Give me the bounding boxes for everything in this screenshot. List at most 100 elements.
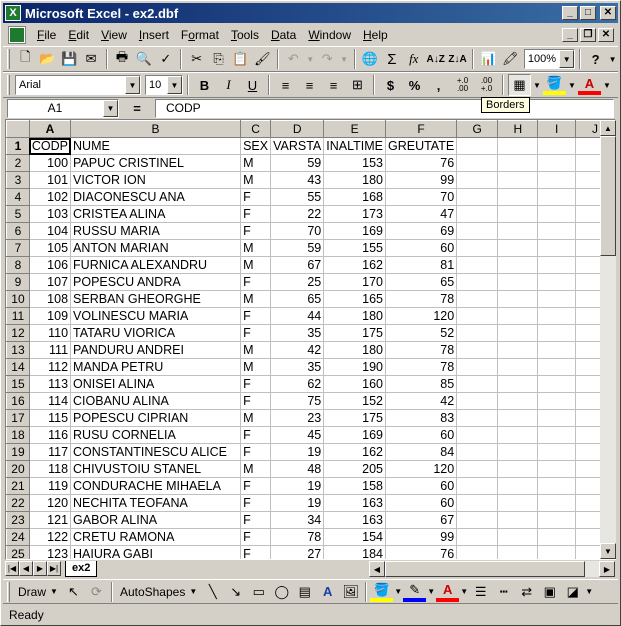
cell[interactable]: 120 <box>385 460 458 478</box>
row-header[interactable]: 20 <box>6 460 30 478</box>
cell[interactable]: CIOBANU ALINA <box>70 392 242 410</box>
chevron-down-icon[interactable]: ▼ <box>426 581 436 603</box>
cell[interactable]: CONSTANTINESCU ALICE <box>70 443 242 461</box>
cell[interactable]: CRETU RAMONA <box>70 528 242 546</box>
column-header-b[interactable]: B <box>70 120 242 138</box>
cell[interactable]: F <box>240 375 272 393</box>
free-rotate-icon[interactable]: ⟳ <box>85 581 108 603</box>
row-header[interactable]: 13 <box>6 341 30 359</box>
paste-icon[interactable]: 📋 <box>230 48 251 70</box>
cell[interactable] <box>456 477 499 495</box>
cell[interactable] <box>456 443 499 461</box>
cell[interactable]: GREUTATE <box>385 137 458 155</box>
align-left-icon[interactable]: ≡ <box>274 74 297 96</box>
cell[interactable]: F <box>240 511 272 529</box>
cell[interactable]: CODP <box>29 137 72 155</box>
menu-format[interactable]: Format <box>175 26 225 44</box>
cell[interactable] <box>497 409 539 427</box>
cell[interactable]: F <box>240 222 272 240</box>
cell[interactable] <box>497 477 539 495</box>
scroll-right-icon[interactable]: ▶ <box>599 561 615 577</box>
doc-restore-button[interactable]: ❐ <box>580 28 596 42</box>
cell[interactable]: F <box>240 205 272 223</box>
save-icon[interactable]: 💾 <box>59 48 80 70</box>
cell[interactable]: 165 <box>323 290 386 308</box>
cell[interactable] <box>497 545 539 559</box>
font-size-combo[interactable]: 10 ▼ <box>145 75 183 95</box>
cell[interactable]: 70 <box>385 188 458 206</box>
cell[interactable]: 110 <box>29 324 72 342</box>
close-button[interactable]: ✕ <box>600 6 616 20</box>
cell[interactable]: F <box>240 494 272 512</box>
chart-wizard-icon[interactable]: 📊 <box>478 48 499 70</box>
cell[interactable] <box>537 443 577 461</box>
cell[interactable]: 107 <box>29 273 72 291</box>
excel-icon[interactable]: X <box>5 5 21 21</box>
cell[interactable] <box>456 375 499 393</box>
cell[interactable]: MANDA PETRU <box>70 358 242 376</box>
align-center-icon[interactable]: ≡ <box>298 74 321 96</box>
cell[interactable] <box>497 205 539 223</box>
cell[interactable] <box>456 494 499 512</box>
cell[interactable]: 75 <box>270 392 325 410</box>
cell[interactable]: 170 <box>323 273 386 291</box>
cell[interactable]: 44 <box>270 307 325 325</box>
cell[interactable]: 112 <box>29 358 72 376</box>
horizontal-scrollbar[interactable]: ◀ ▶ <box>369 561 615 577</box>
arrow-icon[interactable]: ↘ <box>224 581 247 603</box>
cell[interactable]: NECHITA TEOFANA <box>70 494 242 512</box>
cell[interactable] <box>456 290 499 308</box>
cell[interactable]: 175 <box>323 409 386 427</box>
cell[interactable]: F <box>240 528 272 546</box>
underline-button[interactable]: U <box>241 74 264 96</box>
percent-button[interactable]: % <box>403 74 426 96</box>
name-box[interactable]: A1 ▼ <box>7 98 119 118</box>
cell[interactable]: 65 <box>270 290 325 308</box>
cell[interactable]: INALTIME <box>323 137 386 155</box>
column-header-f[interactable]: F <box>384 120 458 138</box>
cell[interactable]: 19 <box>270 443 325 461</box>
cell[interactable] <box>537 477 577 495</box>
cell[interactable]: 120 <box>29 494 72 512</box>
cell[interactable] <box>497 154 539 172</box>
menu-help[interactable]: Help <box>357 26 394 44</box>
cell[interactable]: 67 <box>270 256 325 274</box>
menu-data[interactable]: Data <box>265 26 302 44</box>
wordart-icon[interactable]: A <box>316 581 339 603</box>
row-header[interactable]: 17 <box>6 409 30 427</box>
cell[interactable]: 23 <box>270 409 325 427</box>
chevron-down-icon[interactable]: ▼ <box>584 581 594 603</box>
line-color-icon[interactable]: ✎ <box>403 582 427 602</box>
cell[interactable]: 55 <box>270 188 325 206</box>
redo-dropdown-icon[interactable]: ▼ <box>339 48 350 70</box>
italic-button[interactable]: I <box>217 74 240 96</box>
cell[interactable] <box>456 358 499 376</box>
cell[interactable]: 115 <box>29 409 72 427</box>
cell[interactable] <box>497 341 539 359</box>
cell[interactable]: 160 <box>323 375 386 393</box>
sheet-tab-ex2[interactable]: ex2 <box>65 560 98 577</box>
scroll-thumb[interactable] <box>600 136 616 256</box>
undo-dropdown-icon[interactable]: ▼ <box>305 48 316 70</box>
cell[interactable] <box>537 426 577 444</box>
cell[interactable] <box>497 273 539 291</box>
cell[interactable]: 19 <box>270 494 325 512</box>
cell[interactable]: GABOR ALINA <box>70 511 242 529</box>
cell[interactable]: F <box>240 545 272 559</box>
cell[interactable]: 102 <box>29 188 72 206</box>
cell[interactable] <box>497 307 539 325</box>
hyperlink-icon[interactable]: 🌐 <box>360 48 381 70</box>
cell[interactable] <box>537 205 577 223</box>
row-header[interactable]: 4 <box>6 188 30 206</box>
worksheet-table[interactable]: ABCDEFGHIJ 1 CODP NUME SEX VARSTA INALTIME GRE… <box>6 120 615 559</box>
doc-close-button[interactable]: ✕ <box>598 28 614 42</box>
cell[interactable] <box>456 273 499 291</box>
cell[interactable]: 162 <box>323 256 386 274</box>
cell[interactable]: 47 <box>385 205 458 223</box>
cell[interactable] <box>497 290 539 308</box>
cell[interactable]: 83 <box>385 409 458 427</box>
email-icon[interactable]: ✉ <box>81 48 102 70</box>
cell[interactable] <box>537 273 577 291</box>
cell[interactable]: 60 <box>385 477 458 495</box>
cell[interactable] <box>456 205 499 223</box>
